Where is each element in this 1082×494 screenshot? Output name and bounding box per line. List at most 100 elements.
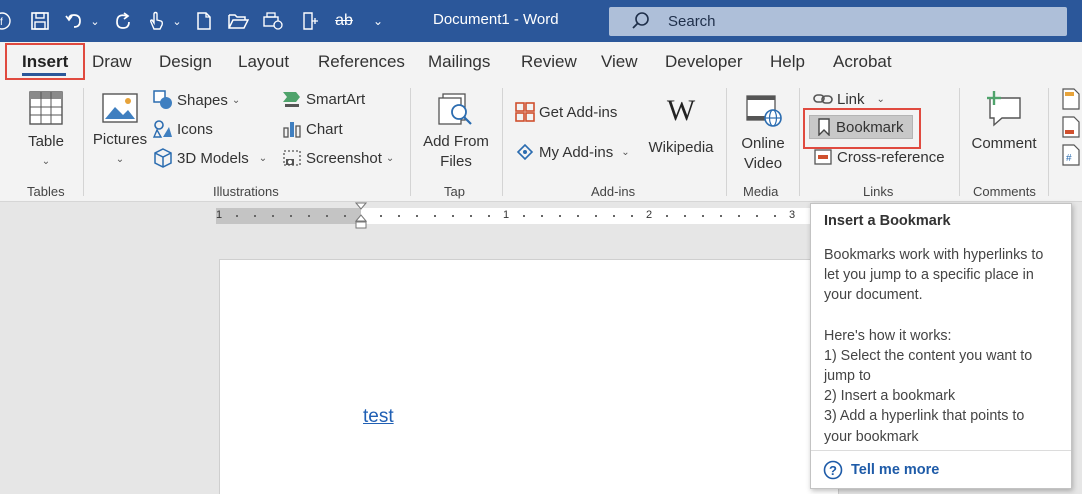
help-icon: ? [823, 460, 843, 480]
hyperlink-text[interactable]: test [363, 406, 394, 428]
header-icon [1062, 88, 1080, 110]
tab-insert[interactable]: Insert [22, 52, 68, 72]
ruler-label: 1 [503, 209, 510, 221]
comment-button[interactable]: Comment [968, 90, 1040, 154]
smartart-button[interactable]: SmartArt [282, 90, 365, 108]
document-page[interactable]: test [219, 259, 839, 494]
cube-icon [154, 148, 172, 168]
tab-draw[interactable]: Draw [92, 52, 132, 72]
tab-mailings[interactable]: Mailings [428, 52, 490, 72]
tooltip-line: 3) Add a hyperlink that points to [824, 408, 1025, 425]
tooltip-line: let you jump to a specific place in [824, 267, 1034, 284]
tab-design[interactable]: Design [159, 52, 212, 72]
ruler-tick [236, 215, 238, 217]
open-folder-icon[interactable] [226, 8, 250, 34]
save-icon[interactable] [28, 8, 52, 34]
strikethrough-icon[interactable]: ab [332, 8, 356, 34]
chart-label: Chart [306, 120, 343, 138]
undo-dropdown-icon[interactable]: ⌄ [89, 8, 101, 34]
add-from-files-label-1: Add From [423, 133, 489, 150]
bookmark-button[interactable]: Bookmark [809, 115, 913, 139]
group-label-tables: Tables [27, 184, 65, 199]
cross-reference-icon [814, 149, 832, 165]
ruler-tick [738, 215, 740, 217]
group-label-illustrations: Illustrations [213, 184, 279, 199]
pictures-icon [102, 93, 138, 123]
wikipedia-button[interactable]: W Wikipedia [644, 96, 718, 158]
3d-models-dropdown-icon: ⌄ [258, 152, 268, 164]
redo-icon[interactable] [111, 8, 135, 34]
wikipedia-label: Wikipedia [648, 139, 714, 156]
online-video-label-1: Online [741, 135, 785, 152]
get-add-ins-button[interactable]: Get Add-ins [515, 102, 617, 122]
ruler-tick [702, 215, 704, 217]
header-button[interactable] [1062, 88, 1080, 115]
my-add-ins-button[interactable]: My Add-ins ⌄ [515, 142, 630, 162]
table-label: Table [28, 133, 64, 150]
facebook-icon[interactable]: f [0, 8, 14, 34]
undo-icon[interactable] [62, 8, 86, 34]
table-button[interactable]: Table ⌄ [20, 90, 72, 172]
screenshot-button[interactable]: Screenshot ⌄ [282, 148, 394, 168]
ruler-tick [541, 215, 543, 217]
new-document-icon[interactable] [193, 8, 215, 34]
svg-text:f: f [0, 17, 3, 28]
ruler-tick [666, 215, 668, 217]
cross-reference-button[interactable]: Cross-reference [813, 148, 945, 166]
tab-review[interactable]: Review [521, 52, 577, 72]
tab-layout[interactable]: Layout [238, 52, 289, 72]
add-from-files-button[interactable]: Add From Files [420, 92, 492, 172]
indent-marker-icon[interactable] [355, 202, 367, 232]
new-comment-icon [987, 91, 1021, 127]
my-add-ins-label: My Add-ins [539, 143, 614, 161]
pictures-button[interactable]: Pictures ⌄ [92, 92, 148, 170]
ruler-tick [756, 215, 758, 217]
tab-help[interactable]: Help [770, 52, 805, 72]
print-preview-icon[interactable] [260, 8, 286, 34]
3d-models-label: 3D Models [177, 149, 249, 167]
touch-dropdown-icon[interactable]: ⌄ [171, 8, 183, 34]
smartart-label: SmartArt [306, 90, 366, 108]
search-box[interactable]: Search [609, 7, 1067, 36]
link-label: Link [837, 90, 865, 108]
ruler-label: 3 [789, 209, 796, 221]
tab-references[interactable]: References [318, 52, 405, 72]
tooltip-line: your document. [824, 287, 923, 304]
group-separator [726, 88, 727, 196]
page-number-button[interactable]: # [1062, 144, 1080, 171]
tooltip-line: 1) Select the content you want to [824, 347, 1033, 364]
link-button[interactable]: Link ⌄ [813, 90, 885, 108]
tab-view[interactable]: View [601, 52, 638, 72]
ruler-tick [398, 215, 400, 217]
group-separator [1048, 88, 1049, 196]
smartart-icon [283, 92, 300, 107]
pictures-dropdown-icon: ⌄ [115, 154, 125, 165]
touch-mode-icon[interactable] [144, 8, 168, 34]
ruler-tick [613, 215, 615, 217]
screenshot-dropdown-icon: ⌄ [385, 152, 395, 164]
chart-button[interactable]: Chart [282, 119, 343, 139]
read-aloud-icon[interactable] [298, 8, 322, 34]
svg-text:#: # [1066, 153, 1072, 164]
tooltip-spacer [824, 306, 1064, 326]
icons-button[interactable]: Icons [153, 119, 213, 139]
tab-acrobat[interactable]: Acrobat [833, 52, 892, 72]
tell-me-more-label: Tell me more [851, 462, 940, 478]
group-label-links: Links [863, 184, 894, 199]
search-icon [632, 12, 649, 29]
horizontal-ruler[interactable]: 1 1 2 3 [216, 202, 816, 229]
group-separator [799, 88, 800, 196]
tab-developer[interactable]: Developer [665, 52, 743, 72]
online-video-button[interactable]: Online Video [735, 92, 791, 174]
tell-me-more-link[interactable]: ? Tell me more [823, 460, 939, 480]
customize-toolbar-icon[interactable]: ⌄ [372, 8, 384, 34]
title-bar: f ⌄ ⌄ ab ⌄ Document1 - Word Search [0, 0, 1082, 42]
my-add-ins-dropdown-icon: ⌄ [621, 146, 630, 158]
tooltip-title: Insert a Bookmark [824, 213, 951, 229]
active-tab-indicator [22, 73, 66, 76]
3d-models-button[interactable]: 3D Models ⌄ [153, 148, 267, 168]
footer-button[interactable] [1062, 116, 1080, 143]
ruler-tick [684, 215, 686, 217]
shapes-button[interactable]: Shapes ⌄ [153, 90, 240, 110]
table-dropdown-icon: ⌄ [41, 156, 51, 167]
